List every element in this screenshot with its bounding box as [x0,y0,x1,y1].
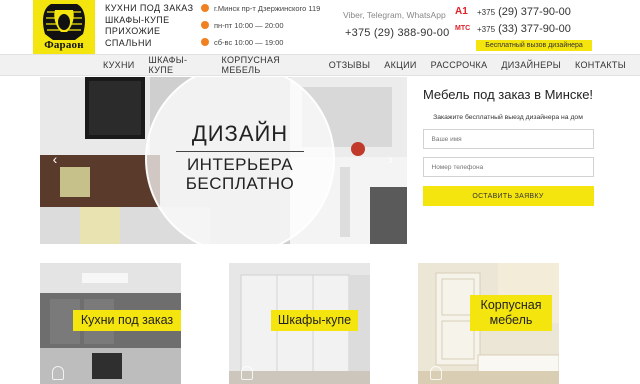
pharaoh-watermark-icon [241,366,253,380]
location-pin-icon [201,4,209,12]
weekday-hours: пн-пт 10:00 — 20:00 [214,20,284,30]
tile-kitchens-label: Кухни под заказ [73,310,181,331]
phone-a1-number: (29) 377-90-00 [498,5,571,18]
phone-mts[interactable]: МТС +375 (33) 377-90-00 [455,20,595,37]
contact-block: г.Минск пр-т Дзержинского 119 пн-пт 10:0… [201,3,341,54]
clock-icon [201,21,209,29]
header: Фараон КУХНИ ПОД ЗАКАЗ ШКАФЫ-КУПЕ ПРИХОЖ… [0,0,640,54]
nav-item-contacts[interactable]: КОНТАКТЫ [575,60,626,70]
top-links: КУХНИ ПОД ЗАКАЗ ШКАФЫ-КУПЕ ПРИХОЖИЕ СПАЛ… [105,3,193,49]
main-nav: КУХНИ ШКАФЫ-КУПЕ КОРПУСНАЯ МЕБЕЛЬ ОТЗЫВЫ… [0,54,640,76]
tile-kitchens[interactable]: Кухни под заказ [40,263,181,384]
top-link-bedrooms[interactable]: СПАЛЬНИ [105,38,193,50]
nav-item-cabinet-furniture[interactable]: КОРПУСНАЯ МЕБЕЛЬ [222,55,315,75]
hero-subtitle-1: ИНТЕРЬЕРА [186,155,294,174]
address-row: г.Минск пр-т Дзержинского 119 [201,3,341,13]
name-input[interactable] [422,129,594,149]
hero-divider [176,151,304,152]
operator-phones: A1 +375 (29) 377-90-00 МТС +375 (33) 377… [455,3,595,37]
hero-title: ДИЗАЙН [191,121,289,146]
call-designer-button[interactable]: Бесплатный вызов дизайнера [476,40,592,51]
nav-item-reviews[interactable]: ОТЗЫВЫ [329,60,371,70]
nav-item-installments[interactable]: РАССРОЧКА [431,60,488,70]
weekday-hours-row: пн-пт 10:00 — 20:00 [201,20,341,30]
nav-item-wardrobes[interactable]: ШКАФЫ-КУПЕ [149,55,208,75]
pharaoh-watermark-icon [430,366,442,380]
phone-input[interactable] [422,157,594,177]
form-title: Мебель под заказ в Минске! [422,87,594,102]
logo-text: Фараон [44,39,84,51]
nav-item-designers[interactable]: ДИЗАЙНЕРЫ [501,60,561,70]
tile-cabinet-furniture[interactable]: Корпусная мебель [418,263,559,384]
order-form: Мебель под заказ в Минске! Закажите бесп… [416,77,600,244]
calendar-icon [201,38,209,46]
phone-a1[interactable]: A1 +375 (29) 377-90-00 [455,3,595,20]
weekend-hours: сб-вс 10:00 — 19:00 [214,37,284,47]
weekend-hours-row: сб-вс 10:00 — 19:00 [201,37,341,47]
slider-next-icon[interactable]: › [386,151,396,167]
tile-cabinet-furniture-label: Корпусная мебель [470,295,552,331]
phone-a1-prefix: +375 [477,7,496,17]
slider-prev-icon[interactable]: ‹ [50,151,60,167]
top-link-kitchens[interactable]: КУХНИ ПОД ЗАКАЗ [105,3,193,15]
logo[interactable]: Фараон [33,0,95,54]
tile-wardrobes[interactable]: Шкафы-купе [229,263,370,384]
main-phone[interactable]: +375 (29) 388-90-00 [345,27,449,39]
nav-item-kitchens[interactable]: КУХНИ [103,60,135,70]
hero-slider[interactable]: ДИЗАЙН ИНТЕРЬЕРА БЕСПЛАТНО ‹ › [40,77,407,244]
form-subtitle: Закажите бесплатный выезд дизайнера на д… [433,114,583,121]
messengers-text: Viber, Telegram, WhatsApp [343,10,446,20]
phone-mts-prefix: +375 [477,24,496,34]
mts-operator-icon: МТС [455,25,471,32]
tile-wardrobes-label: Шкафы-купе [271,310,358,331]
top-link-wardrobes[interactable]: ШКАФЫ-КУПЕ [105,15,193,27]
phone-mts-number: (33) 377-90-00 [498,22,571,35]
top-link-hallways[interactable]: ПРИХОЖИЕ [105,26,193,38]
nav-item-promotions[interactable]: АКЦИИ [384,60,416,70]
submit-request-button[interactable]: ОСТАВИТЬ ЗАЯВКУ [422,186,594,206]
a1-operator-icon: A1 [455,6,468,17]
address-text: г.Минск пр-т Дзержинского 119 [214,3,321,13]
pharaoh-watermark-icon [52,366,64,380]
hero-subtitle-2: БЕСПЛАТНО [185,174,295,193]
